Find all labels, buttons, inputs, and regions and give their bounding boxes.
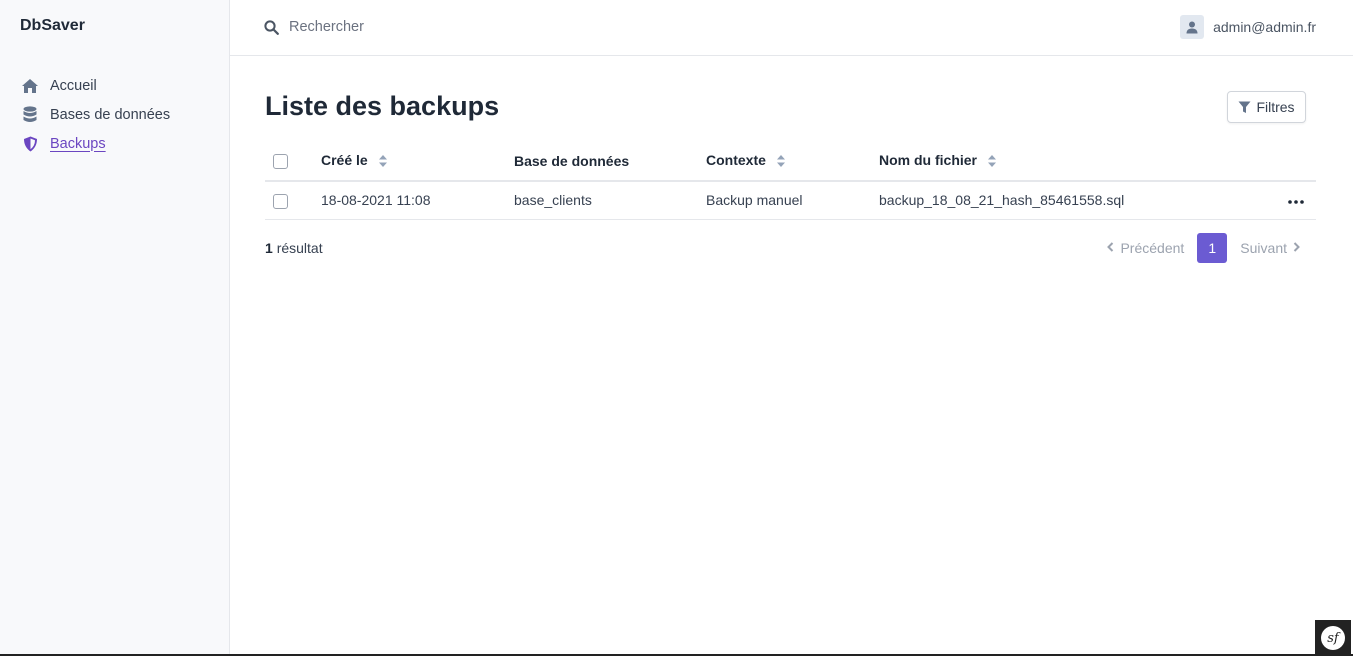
topbar: admin@admin.fr bbox=[230, 0, 1353, 56]
user-menu[interactable]: admin@admin.fr bbox=[1180, 14, 1316, 40]
row-actions-cell bbox=[1276, 181, 1316, 220]
chevron-left-icon bbox=[1107, 241, 1114, 255]
column-header-actions bbox=[1276, 142, 1316, 182]
column-header-database: Base de données bbox=[514, 142, 706, 182]
page-title: Liste des backups bbox=[265, 91, 500, 121]
search-bar bbox=[264, 16, 564, 38]
more-actions-icon[interactable] bbox=[1288, 191, 1304, 208]
search-icon bbox=[264, 19, 280, 35]
sidebar-item-label: Bases de données bbox=[50, 106, 171, 123]
home-icon bbox=[20, 76, 40, 96]
symfony-debug-toggle[interactable]: sf bbox=[1315, 620, 1351, 656]
backups-table: Créé le Base de données Contexte Nom du … bbox=[265, 142, 1316, 220]
sidebar-item-bases-de-donnees[interactable]: Bases de données bbox=[20, 100, 170, 129]
chevron-right-icon bbox=[1293, 241, 1300, 255]
cell-created: 18-08-2021 11:08 bbox=[321, 181, 514, 220]
user-email: admin@admin.fr bbox=[1213, 19, 1316, 35]
select-all-checkbox[interactable] bbox=[273, 154, 288, 170]
table-header-row: Créé le Base de données Contexte Nom du … bbox=[265, 142, 1316, 182]
user-icon bbox=[1186, 21, 1198, 33]
result-count: 1 résultat bbox=[265, 240, 323, 256]
next-page-link[interactable]: Suivant bbox=[1240, 240, 1306, 256]
sort-icon[interactable] bbox=[378, 154, 387, 170]
search-input[interactable] bbox=[289, 19, 549, 35]
brand-logo[interactable]: DbSaver bbox=[20, 17, 85, 35]
sort-icon[interactable] bbox=[987, 154, 996, 170]
sidebar-item-backups[interactable]: Backups bbox=[20, 129, 170, 158]
filters-button[interactable]: Filtres bbox=[1227, 91, 1306, 123]
cell-context: Backup manuel bbox=[706, 181, 879, 220]
avatar bbox=[1180, 15, 1205, 39]
filters-button-label: Filtres bbox=[1256, 99, 1295, 115]
page-number-current[interactable]: 1 bbox=[1197, 233, 1228, 263]
column-header-filename[interactable]: Nom du fichier bbox=[879, 142, 1276, 182]
cell-database: base_clients bbox=[514, 181, 706, 220]
sidebar: DbSaver Accueil Bases de données Backups bbox=[0, 0, 230, 656]
result-count-number: 1 bbox=[265, 240, 273, 256]
filter-icon bbox=[1238, 101, 1251, 114]
pagination: Précédent 1 Suivant bbox=[1101, 233, 1306, 263]
sidebar-nav: Accueil Bases de données Backups bbox=[20, 71, 170, 158]
previous-page-link[interactable]: Précédent bbox=[1101, 240, 1184, 256]
cell-filename: backup_18_08_21_hash_85461558.sql bbox=[879, 181, 1276, 220]
sidebar-item-accueil[interactable]: Accueil bbox=[20, 71, 170, 100]
result-count-label: résultat bbox=[276, 240, 323, 256]
shield-icon bbox=[20, 134, 40, 154]
table-row: 18-08-2021 11:08 base_clients Backup man… bbox=[265, 181, 1316, 220]
sidebar-item-label: Backups bbox=[50, 135, 106, 152]
column-header-created[interactable]: Créé le bbox=[321, 142, 514, 182]
database-icon bbox=[20, 105, 40, 125]
sort-icon[interactable] bbox=[776, 154, 785, 170]
sidebar-item-label: Accueil bbox=[50, 77, 97, 94]
row-select-cell bbox=[265, 181, 321, 220]
column-header-context[interactable]: Contexte bbox=[706, 142, 879, 182]
row-checkbox[interactable] bbox=[273, 193, 288, 209]
symfony-icon: sf bbox=[1321, 626, 1345, 650]
header-select-cell bbox=[265, 142, 321, 182]
